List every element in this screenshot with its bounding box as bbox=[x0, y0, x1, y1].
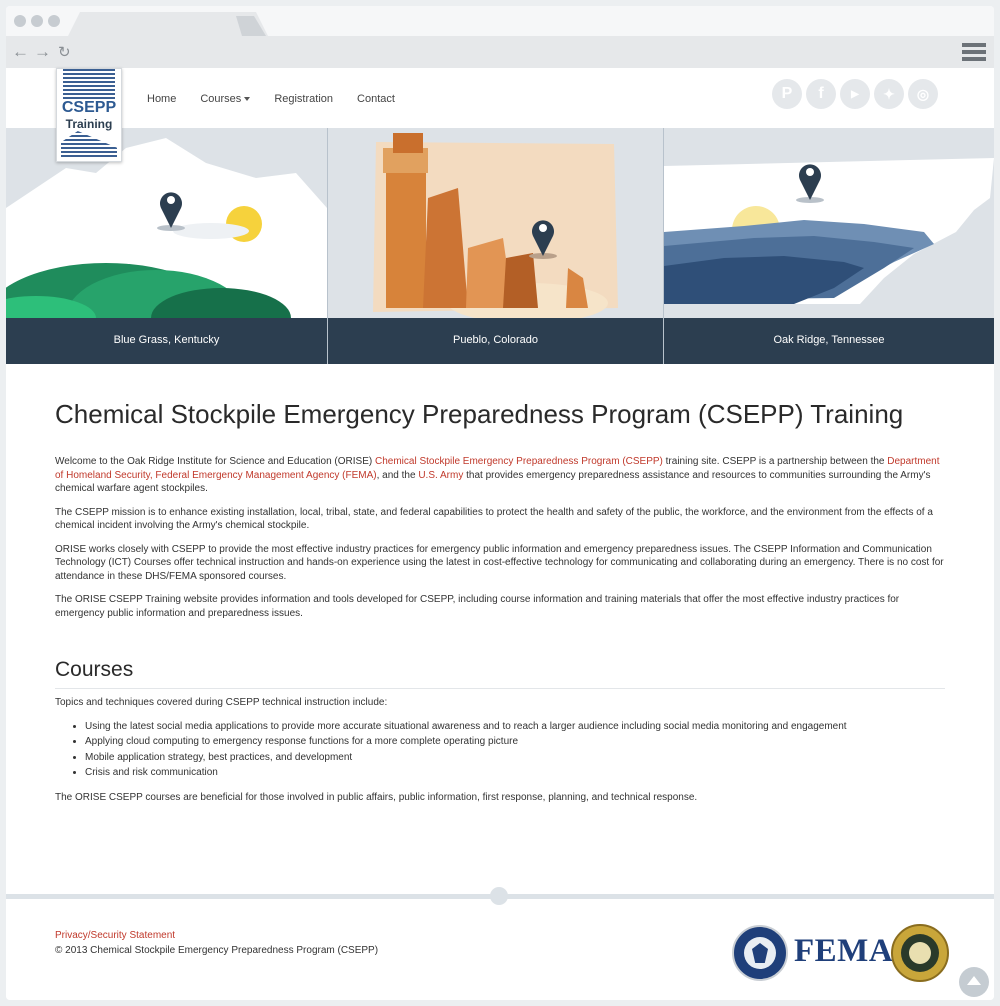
scroll-to-top-button[interactable] bbox=[959, 967, 989, 997]
window-controls bbox=[14, 15, 60, 27]
courses-intro: Topics and techniques covered during CSE… bbox=[55, 697, 388, 708]
site-header: CSEPP Training Home Courses Registration… bbox=[6, 68, 994, 162]
courses-heading: Courses bbox=[55, 658, 134, 681]
mission-paragraph: The CSEPP mission is to enhance existing… bbox=[55, 506, 933, 532]
location-caption: Pueblo, Colorado bbox=[328, 318, 663, 364]
intro-text-b: training site. CSEPP is a partnership be… bbox=[662, 456, 888, 467]
address-bar: ← → ↻ bbox=[6, 36, 994, 68]
colorado-illustration bbox=[373, 133, 618, 318]
privacy-link[interactable]: Privacy/Security Statement bbox=[55, 930, 175, 941]
intro-paragraph: Welcome to the Oak Ridge Institute for S… bbox=[55, 455, 945, 496]
main-nav: Home Courses Registration Contact bbox=[147, 93, 395, 105]
list-item: Applying cloud computing to emergency re… bbox=[85, 734, 945, 750]
location-hero: Blue Grass, Kentucky Pueblo, Colorado Oa… bbox=[6, 128, 994, 364]
youtube-icon[interactable]: ▶ bbox=[840, 79, 870, 109]
csepp-training-logo[interactable]: CSEPP Training bbox=[56, 68, 122, 162]
courses-outro: The ORISE CSEPP courses are beneficial f… bbox=[55, 791, 698, 803]
twitter-icon[interactable]: ✦ bbox=[874, 79, 904, 109]
dhs-seal-icon[interactable] bbox=[732, 925, 788, 981]
tennessee-illustration bbox=[664, 158, 994, 304]
intro-text-c: , and the bbox=[376, 469, 419, 481]
social-links: P f ▶ ✦ ◎ bbox=[772, 79, 938, 109]
back-arrow-icon[interactable]: ← bbox=[12, 42, 29, 62]
facebook-icon[interactable]: f bbox=[806, 79, 836, 109]
kentucky-illustration bbox=[6, 138, 327, 318]
list-item: Mobile application strategy, best practi… bbox=[85, 750, 945, 766]
copyright-text: © 2013 Chemical Stockpile Emergency Prep… bbox=[55, 945, 379, 956]
site-footer: Privacy/Security Statement © 2013 Chemic… bbox=[6, 887, 994, 1000]
page-title: Chemical Stockpile Emergency Preparednes… bbox=[55, 399, 904, 429]
caret-down-icon bbox=[244, 97, 251, 102]
location-panel-kentucky[interactable]: Blue Grass, Kentucky bbox=[6, 128, 327, 364]
logo-stripes bbox=[63, 69, 115, 99]
fema-logo[interactable]: FEMA bbox=[794, 933, 893, 970]
window-dot-zoom[interactable] bbox=[48, 15, 60, 27]
browser-window: ← → ↻ CSEPP Training Home Courses Regist… bbox=[6, 6, 994, 1000]
footer-divider-dot bbox=[490, 887, 508, 905]
logo-line1: CSEPP bbox=[61, 99, 117, 116]
nav-home[interactable]: Home bbox=[147, 93, 176, 105]
forward-arrow-icon[interactable]: → bbox=[34, 42, 51, 62]
browser-tab-strip bbox=[6, 6, 994, 36]
list-item: Crisis and risk communication bbox=[85, 765, 945, 781]
us-army-link[interactable]: U.S. Army bbox=[418, 470, 463, 481]
location-panel-tennessee[interactable]: Oak Ridge, Tennessee bbox=[664, 128, 994, 364]
list-item: Using the latest social media applicatio… bbox=[85, 719, 945, 735]
window-dot-minimize[interactable] bbox=[31, 15, 43, 27]
instagram-icon[interactable]: ◎ bbox=[908, 79, 938, 109]
intro-text-a: Welcome to the Oak Ridge Institute for S… bbox=[55, 456, 375, 467]
location-caption: Oak Ridge, Tennessee bbox=[664, 318, 994, 364]
logo-line2: Training bbox=[65, 117, 113, 131]
hamburger-menu-icon[interactable] bbox=[962, 43, 986, 61]
nav-courses[interactable]: Courses bbox=[200, 93, 251, 105]
location-caption: Blue Grass, Kentucky bbox=[6, 318, 327, 364]
us-army-seal-icon[interactable] bbox=[891, 924, 949, 982]
window-dot-close[interactable] bbox=[14, 15, 26, 27]
main-content: Chemical Stockpile Emergency Preparednes… bbox=[55, 399, 945, 804]
courses-topic-list: Using the latest social media applicatio… bbox=[55, 719, 945, 781]
location-panel-colorado[interactable]: Pueblo, Colorado bbox=[328, 128, 663, 364]
nav-courses-label: Courses bbox=[200, 93, 242, 105]
reload-icon[interactable]: ↻ bbox=[58, 43, 71, 61]
orise-paragraph: ORISE works closely with CSEPP to provid… bbox=[55, 543, 944, 582]
nav-registration[interactable]: Registration bbox=[274, 93, 333, 105]
nav-contact[interactable]: Contact bbox=[357, 93, 395, 105]
chevron-up-icon bbox=[967, 976, 981, 985]
website-paragraph: The ORISE CSEPP Training website provide… bbox=[55, 594, 900, 619]
pinterest-icon[interactable]: P bbox=[772, 79, 802, 109]
logo-wave bbox=[61, 131, 117, 159]
csepp-link[interactable]: Chemical Stockpile Emergency Preparednes… bbox=[375, 456, 663, 467]
browser-tab[interactable] bbox=[68, 12, 268, 36]
